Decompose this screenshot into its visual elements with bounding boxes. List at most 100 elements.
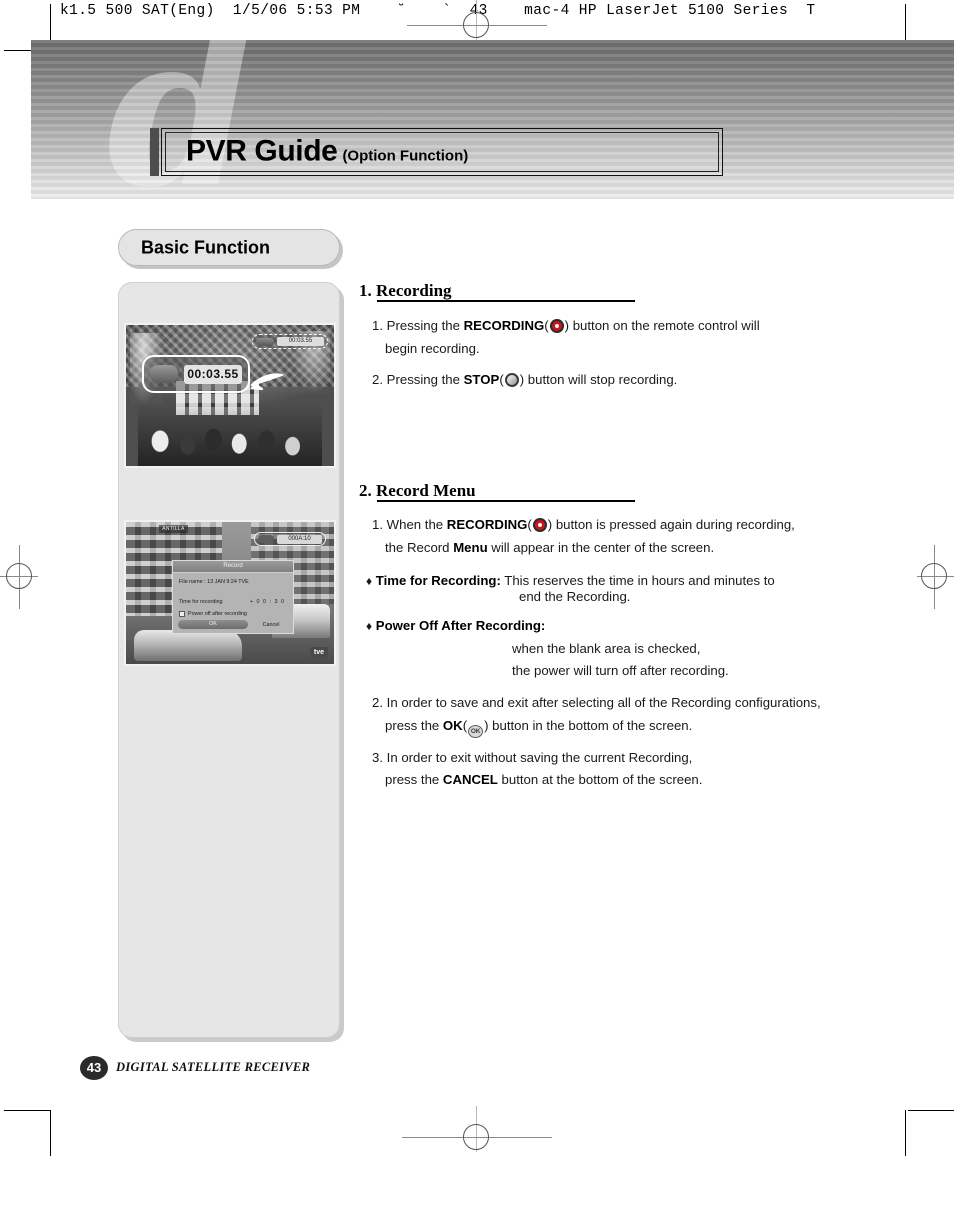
poweroff-checkbox-label: Power off after recording — [188, 611, 247, 617]
bullet-power-off-line3: the power will turn off after recording. — [512, 663, 729, 678]
record-dialog-cancel-button[interactable]: Cancel — [254, 622, 288, 628]
diamond-bullet-icon: ♦ — [366, 619, 373, 633]
osd-recording-bar-magnified: 00:03.55 — [142, 355, 250, 393]
text-run: Pressing the — [386, 372, 464, 387]
record-button-icon — [549, 319, 564, 333]
osd-record-chip-icon — [258, 535, 274, 543]
page-title-sub: (Option Function) — [342, 147, 469, 165]
record-dialog-title: Record — [173, 561, 293, 573]
osd-record-chip-icon — [256, 337, 274, 346]
bullet-power-off-after-recording: ♦ Power Off After Recording: — [366, 614, 545, 638]
osd-elapsed-time: 00:03.55 — [277, 337, 324, 346]
osd-elapsed-time-magnified: 00:03.55 — [184, 364, 242, 384]
page-title-main: PVR Guide — [186, 134, 338, 168]
record-dialog-ok-button[interactable]: OK — [178, 620, 248, 629]
text-run-bold: RECORDING — [446, 517, 528, 532]
text-run-bold: STOP — [463, 372, 500, 387]
list-number: 2. — [372, 372, 383, 387]
osd-recording-bar: 00:03.55 — [252, 334, 328, 349]
registration-ring — [6, 563, 32, 589]
text-run-bold: RECORDING — [463, 318, 545, 333]
section-header-basic-function: Basic Function — [118, 229, 340, 266]
text-run: In order to exit without saving the curr… — [386, 750, 693, 765]
text-run: ) button in the bottom of the screen. — [484, 718, 693, 733]
record-dialog-buttons: OK Cancel — [178, 620, 288, 629]
heading-2-rule — [377, 500, 635, 502]
paren-open: ( — [462, 718, 468, 733]
page-title-box: PVR Guide (Option Function) — [161, 128, 723, 176]
figure-recording-screenshot: 00:03.55 00:03.55 — [124, 323, 336, 468]
paragraph-2-3-line2: press the CANCEL button at the bottom of… — [385, 768, 702, 791]
osd-recording-bar-menu-shot: 000A:10 — [254, 532, 326, 546]
paragraph-1-1: 1. Pressing the RECORDING( ) button on th… — [372, 314, 760, 337]
heading-1-rule — [377, 300, 635, 302]
bullet-power-off-line2: when the blank area is checked, — [512, 641, 701, 656]
paragraph-2-1-line2: the Record Menu will appear in the cente… — [385, 536, 714, 559]
paren-open: ( — [527, 517, 532, 532]
print-slug-line: k1.5 500 SAT(Eng) 1/5/06 5:53 PM ˘ ` 43 … — [60, 3, 816, 19]
registration-mark-left — [0, 545, 52, 609]
registration-ring — [463, 12, 489, 38]
registration-ring — [463, 1124, 489, 1150]
crop-mark-bottom-right-vertical — [905, 1110, 906, 1156]
stop-button-icon — [504, 373, 519, 387]
record-dialog-file-name: File name : 13 JAN 9:24 TVE — [179, 579, 249, 585]
bullet-label: Power Off After Recording: — [375, 618, 546, 633]
diamond-bullet-icon: ♦ — [366, 574, 373, 588]
text-run-bold: CANCEL — [442, 772, 498, 787]
text-run: press the — [385, 772, 443, 787]
paragraph-2-2-line2: press the OK(OK) button in the bottom of… — [385, 714, 692, 738]
osd-record-chip-icon-magnified — [150, 365, 178, 383]
text-run: ) button will stop recording. — [519, 372, 678, 387]
scene-crowd — [138, 403, 322, 466]
paragraph-1-1-line2: begin recording. — [385, 341, 480, 356]
osd-elapsed-time: 000A:10 — [277, 534, 322, 544]
crop-mark-bottom-right-horizontal — [908, 1110, 954, 1111]
record-dialog-time-value: + 0 0 : 3 0 — [249, 599, 285, 605]
paren-open: ( — [499, 372, 504, 387]
footer-product-label: DIGITAL SATELLITE RECEIVER — [116, 1060, 311, 1074]
poweroff-checkbox[interactable] — [179, 611, 185, 617]
paragraph-2-1: 1. When the RECORDING( ) button is presse… — [372, 513, 795, 536]
registration-mark-right — [903, 545, 954, 609]
heading-2-record-menu: 2. Record Menu — [359, 481, 476, 500]
text-run: In order to save and exit after selectin… — [386, 695, 821, 710]
paragraph-1-2: 2. Pressing the STOP( ) button will stop … — [372, 368, 677, 391]
heading-1-recording: 1. Recording — [359, 281, 452, 300]
text-run: button at the bottom of the screen. — [497, 772, 703, 787]
bullet-time-for-recording-line2: end the Recording. — [519, 589, 631, 604]
text-run: press the — [385, 718, 443, 733]
list-number: 3. — [372, 750, 383, 765]
list-number: 1. — [372, 318, 383, 333]
page-number-badge: 43 — [80, 1056, 108, 1080]
record-dialog: Record File name : 13 JAN 9:24 TVE Time … — [172, 560, 294, 634]
text-run: ) button is pressed again during recordi… — [547, 517, 795, 532]
scene-car — [134, 629, 243, 662]
osd-channel-tag: ANTILLA — [159, 525, 188, 533]
crop-mark-bottom-left-vertical — [50, 1110, 51, 1156]
section-header-label: Basic Function — [141, 237, 271, 257]
crop-mark-bottom-left-horizontal — [4, 1110, 50, 1111]
text-run: the Record — [385, 540, 454, 555]
page-title: PVR Guide (Option Function) — [186, 134, 468, 168]
text-run: will appear in the center of the screen. — [487, 540, 715, 555]
list-number: 1. — [372, 517, 383, 532]
paren-open: ( — [544, 318, 549, 333]
paragraph-2-2: 2. In order to save and exit after selec… — [372, 691, 821, 714]
text-run: ) button on the remote control will — [564, 318, 760, 333]
text-run-bold: Menu — [453, 540, 488, 555]
registration-ring — [921, 563, 947, 589]
callout-arrow-icon — [250, 373, 284, 391]
registration-mark-bottom — [402, 1106, 552, 1170]
paragraph-2-3: 3. In order to exit without saving the c… — [372, 746, 692, 769]
figure-panel: 00:03.55 00:03.55 ANTILLA 000A:10 tve Re — [118, 282, 340, 1038]
bullet-label: Time for Recording: — [375, 573, 501, 588]
title-accent-bar — [150, 128, 159, 176]
text-run: When the — [386, 517, 447, 532]
figure-record-menu-screenshot: ANTILLA 000A:10 tve Record File name : 1… — [124, 520, 336, 666]
list-number: 2. — [372, 695, 383, 710]
record-dialog-time-label: Time for recording — [179, 599, 223, 605]
text-run: Pressing the — [386, 318, 464, 333]
broadcaster-logo: tve — [309, 647, 328, 658]
ok-button-icon: OK — [468, 725, 484, 738]
